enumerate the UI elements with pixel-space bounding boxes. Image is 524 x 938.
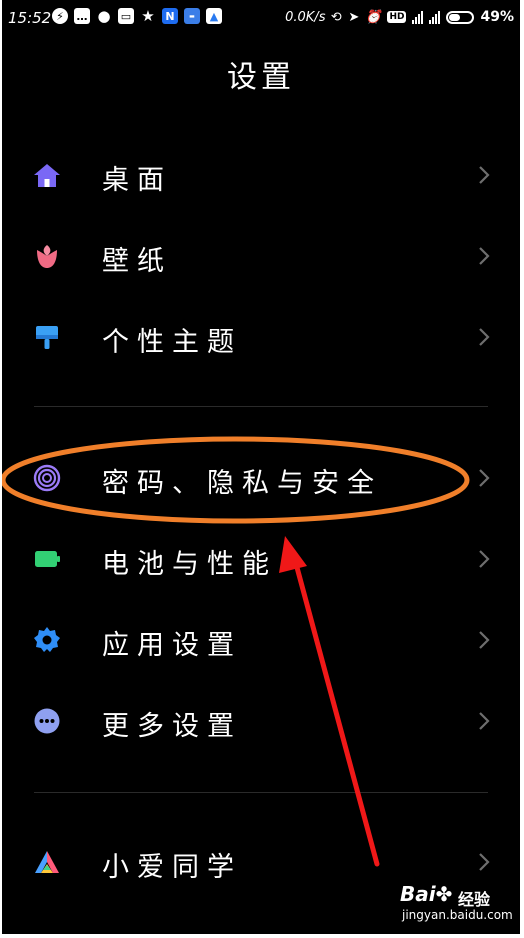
- more-icon: [34, 708, 60, 734]
- gear-icon: [34, 627, 60, 652]
- home-icon: [34, 164, 60, 187]
- section-divider: [34, 406, 488, 407]
- hd-icon: HD: [387, 11, 407, 23]
- settings-item-label: 电池与性能: [102, 549, 277, 580]
- app-a-icon: ▲: [206, 8, 222, 24]
- settings-item-desktop[interactable]: 桌面: [2, 140, 520, 210]
- page-title: 设置: [227, 60, 295, 95]
- watermark-text: 经验: [458, 890, 491, 909]
- settings-item-battery-performance[interactable]: 电池与性能: [2, 524, 520, 594]
- chevron-right-icon: [479, 550, 490, 568]
- baidu-logo: Bai✤du: [400, 882, 452, 906]
- battery-icon: [446, 10, 475, 24]
- signal-icon: [412, 10, 424, 24]
- battery-icon: [35, 551, 60, 567]
- settings-item-more-settings[interactable]: 更多设置: [2, 686, 520, 756]
- signal-icon: [429, 10, 441, 24]
- settings-item-app-settings[interactable]: 应用设置: [2, 605, 520, 675]
- vr-icon: ▭: [118, 8, 134, 24]
- baidu-logo-text: Bai: [400, 882, 436, 906]
- chevron-right-icon: [479, 469, 490, 487]
- chevron-right-icon: [479, 247, 490, 265]
- chevron-right-icon: [479, 712, 490, 730]
- settings-item-themes[interactable]: 个性主题: [2, 302, 520, 372]
- drop-icon: ●: [97, 7, 111, 25]
- message-icon: …: [74, 8, 90, 24]
- battery-level: [449, 13, 461, 21]
- settings-item-privacy-security[interactable]: 密码、隐私与安全: [2, 443, 520, 513]
- chevron-right-icon: [479, 166, 490, 184]
- fingerprint-icon: [33, 464, 61, 492]
- xiaoai-icon: [35, 851, 59, 873]
- system-status: 0.0K/s ⟲ ➤ ⏰ HD 49%: [285, 9, 514, 25]
- status-time: 15:52: [8, 9, 52, 27]
- settings-item-wallpaper[interactable]: 壁纸: [2, 221, 520, 291]
- brush-icon: [36, 326, 58, 349]
- app-n-icon: N: [162, 8, 178, 24]
- settings-item-label: 更多设置: [102, 711, 242, 742]
- alarm-icon: ⏰: [365, 9, 382, 25]
- chevron-right-icon: [479, 328, 490, 346]
- app-blue-icon: ▬: [184, 8, 200, 24]
- watermark-domain: jingyan.baidu.com: [402, 908, 513, 922]
- star-icon: ★: [141, 7, 155, 25]
- settings-item-label: 密码、隐私与安全: [102, 468, 382, 499]
- settings-item-label: 壁纸: [102, 246, 172, 277]
- settings-item-label: 桌面: [102, 165, 172, 196]
- location-icon: ➤: [348, 9, 360, 25]
- paw-icon: ✤: [435, 882, 453, 906]
- chevron-right-icon: [479, 631, 490, 649]
- settings-item-label: 个性主题: [102, 327, 242, 358]
- status-bar: 15:52 ⚡ … ● ▭ ★ N ▬ ▲ 0.0K/s ⟲ ➤ ⏰ HD 49…: [2, 0, 520, 38]
- flower-icon: [37, 245, 57, 268]
- sync-icon: ⟲: [331, 9, 343, 25]
- baidu-watermark: Bai✤du 经验 jingyan.baidu.com: [400, 880, 513, 930]
- net-speed: 0.0K/s: [285, 9, 326, 25]
- settings-item-label: 应用设置: [102, 630, 242, 661]
- chevron-right-icon: [479, 853, 490, 871]
- section-divider: [34, 792, 488, 793]
- battery-percent: 49%: [480, 9, 514, 25]
- bolt-icon: ⚡: [52, 8, 68, 24]
- notification-icons: ⚡ … ● ▭ ★ N ▬ ▲: [52, 7, 222, 25]
- settings-item-label: 小爱同学: [102, 852, 242, 883]
- settings-screen: 15:52 ⚡ … ● ▭ ★ N ▬ ▲ 0.0K/s ⟲ ➤ ⏰ HD 49…: [2, 0, 520, 934]
